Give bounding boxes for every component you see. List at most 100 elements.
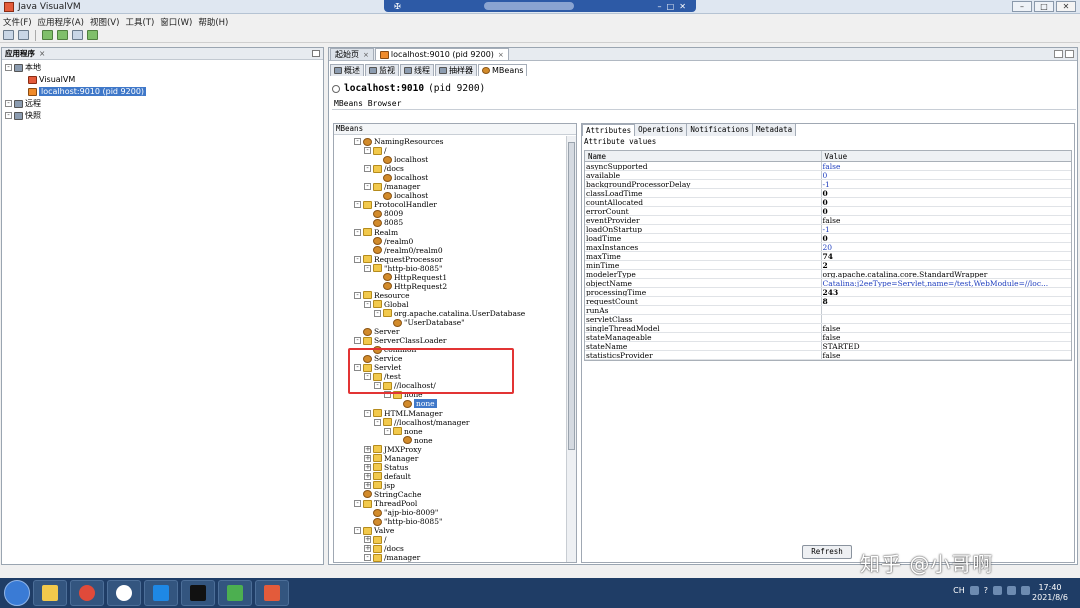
restore-button[interactable]: □ <box>1034 1 1054 12</box>
tab-operations[interactable]: Operations <box>635 124 688 136</box>
mbean-tree-node[interactable]: + Status <box>364 463 408 472</box>
collapse-icon[interactable]: - <box>354 138 361 145</box>
mbean-tree-node[interactable]: localhost <box>374 562 428 563</box>
menu-view[interactable]: 视图(V) <box>90 16 119 28</box>
mbean-tree-node[interactable]: HttpRequest2 <box>374 282 447 291</box>
attribute-value[interactable]: 0 <box>822 234 1071 242</box>
collapse-icon[interactable]: - <box>354 500 361 507</box>
menu-help[interactable]: 帮助(H) <box>198 16 228 28</box>
tab-sampler[interactable]: 抽样器 <box>435 64 477 76</box>
table-row[interactable]: runAs <box>585 306 1071 315</box>
expand-icon[interactable]: + <box>364 454 371 462</box>
tab-start-page[interactable]: 起始页 × <box>330 48 374 60</box>
table-row[interactable]: countAllocated 0 <box>585 198 1071 207</box>
table-row[interactable]: stateName STARTED <box>585 342 1071 351</box>
column-header-value[interactable]: Value <box>822 151 1071 161</box>
attribute-value[interactable]: false <box>822 351 1071 359</box>
input-language[interactable]: CH <box>953 586 965 595</box>
mbean-tree-node[interactable]: /realm0/realm0 <box>364 246 443 255</box>
scroll-tabs-icon[interactable] <box>1054 50 1063 58</box>
table-row[interactable]: maxTime 74 <box>585 252 1071 261</box>
collapse-icon[interactable]: - <box>364 165 371 173</box>
mbean-tree-node[interactable]: 8009 <box>364 209 403 218</box>
mbean-tree-node[interactable]: - ProtocolHandler <box>354 200 437 209</box>
mbean-tree-node[interactable]: none <box>394 399 437 409</box>
table-row[interactable]: maxInstances 20 <box>585 243 1071 252</box>
mbean-tree-node[interactable]: + default <box>364 472 411 481</box>
expand-icon[interactable]: + <box>364 481 371 489</box>
mbean-tree-node[interactable]: HttpRequest1 <box>374 273 447 282</box>
mbean-tree-node[interactable]: StringCache <box>354 490 421 499</box>
mbean-tree-node[interactable]: - /manager <box>364 182 420 191</box>
mbean-tree-node[interactable]: - Valve <box>354 526 394 535</box>
attribute-value[interactable] <box>822 306 1071 314</box>
expand-toggle-icon[interactable]: - <box>5 100 12 107</box>
collapse-icon[interactable]: - <box>364 409 371 417</box>
table-row[interactable]: classLoadTime 0 <box>585 189 1071 198</box>
collapse-icon[interactable]: - <box>374 309 381 317</box>
apps-tree-node[interactable]: - 本地 <box>5 62 41 73</box>
mbean-tree-node[interactable]: - NamingResources <box>354 137 444 146</box>
table-row[interactable]: modelerType org.apache.catalina.core.Stan… <box>585 270 1071 279</box>
collapse-icon[interactable]: - <box>354 527 361 535</box>
menu-file[interactable]: 文件(F) <box>3 16 32 28</box>
attribute-value[interactable]: Catalina:j2eeType=Servlet,name=/test,Web… <box>822 279 1071 287</box>
minimize-panel-icon[interactable] <box>312 50 320 57</box>
close-tab-icon[interactable]: × <box>363 51 369 59</box>
collapse-icon[interactable]: - <box>354 201 361 209</box>
mbean-tree-node[interactable]: - //localhost/manager <box>374 418 469 427</box>
keyboard-icon[interactable] <box>969 586 979 595</box>
table-row[interactable]: processingTime 243 <box>585 288 1071 297</box>
apps-tree-node[interactable]: VisualVM <box>19 74 75 85</box>
mbean-tree-node[interactable]: + /docs <box>364 544 404 553</box>
network-icon[interactable] <box>993 586 1002 595</box>
add-vm-coredump-icon[interactable] <box>72 30 83 40</box>
attribute-value[interactable]: 0 <box>822 207 1071 215</box>
collapse-icon[interactable]: - <box>384 427 391 435</box>
mbeans-scrollbar-thumb[interactable] <box>568 142 575 450</box>
attribute-value[interactable]: false <box>822 162 1071 170</box>
mbean-tree-node[interactable]: - Realm <box>354 228 398 237</box>
table-row[interactable]: asyncSupported false <box>585 162 1071 171</box>
table-row[interactable]: available 0 <box>585 171 1071 180</box>
attribute-value[interactable]: false <box>822 333 1071 341</box>
expand-icon[interactable]: + <box>364 463 371 471</box>
table-row[interactable]: stateManageable false <box>585 333 1071 342</box>
attribute-value[interactable] <box>822 315 1071 323</box>
table-row[interactable]: backgroundProcessorDelay -1 <box>585 180 1071 189</box>
attribute-value[interactable]: 8 <box>822 297 1071 305</box>
mbean-tree-node[interactable]: + jsp <box>364 481 395 490</box>
mbean-tree-node[interactable]: - /docs <box>364 164 404 173</box>
attribute-value[interactable]: false <box>822 324 1071 332</box>
table-row[interactable]: requestCount 8 <box>585 297 1071 306</box>
load-heapdump-icon[interactable] <box>18 30 29 40</box>
tab-mbeans[interactable]: MBeans <box>478 64 528 76</box>
mbean-tree-node[interactable]: - Resource <box>354 291 410 300</box>
attribute-value[interactable]: 0 <box>822 198 1071 206</box>
table-row[interactable]: servletClass <box>585 315 1071 324</box>
taskbar-java[interactable] <box>218 580 252 606</box>
mbean-tree-node[interactable]: 8085 <box>364 218 403 227</box>
collapse-icon[interactable]: - <box>354 255 361 263</box>
mbean-tree-node[interactable]: Server <box>354 327 399 336</box>
mbean-tree-node[interactable]: localhost <box>374 173 428 182</box>
tab-overview[interactable]: 概述 <box>330 64 364 76</box>
mbean-tree-node[interactable]: none <box>394 436 433 445</box>
menu-tools[interactable]: 工具(T) <box>125 16 154 28</box>
refresh-button[interactable]: Refresh <box>802 545 852 559</box>
tab-localhost-process[interactable]: localhost:9010 (pid 9200) × <box>374 48 509 60</box>
mbean-tree-node[interactable]: - ServerClassLoader <box>354 336 447 345</box>
attribute-value[interactable]: 0 <box>822 189 1071 197</box>
table-row[interactable]: objectName Catalina:j2eeType=Servlet,name… <box>585 279 1071 288</box>
attribute-value[interactable]: -1 <box>822 180 1071 188</box>
mbean-tree-node[interactable]: localhost <box>374 155 428 164</box>
table-row[interactable]: errorCount 0 <box>585 207 1071 216</box>
expand-toggle-icon[interactable]: - <box>5 112 12 119</box>
add-jmx-connection-icon[interactable] <box>42 30 53 40</box>
table-row[interactable]: eventProvider false <box>585 216 1071 225</box>
add-remote-host-icon[interactable] <box>57 30 68 40</box>
remote-close-icon[interactable]: ✕ <box>679 2 686 11</box>
collapse-icon[interactable]: - <box>364 264 371 272</box>
mbean-tree-node[interactable]: - "http-bio-8085" <box>364 264 442 273</box>
mbean-tree-node[interactable]: - HTMLManager <box>364 409 442 418</box>
